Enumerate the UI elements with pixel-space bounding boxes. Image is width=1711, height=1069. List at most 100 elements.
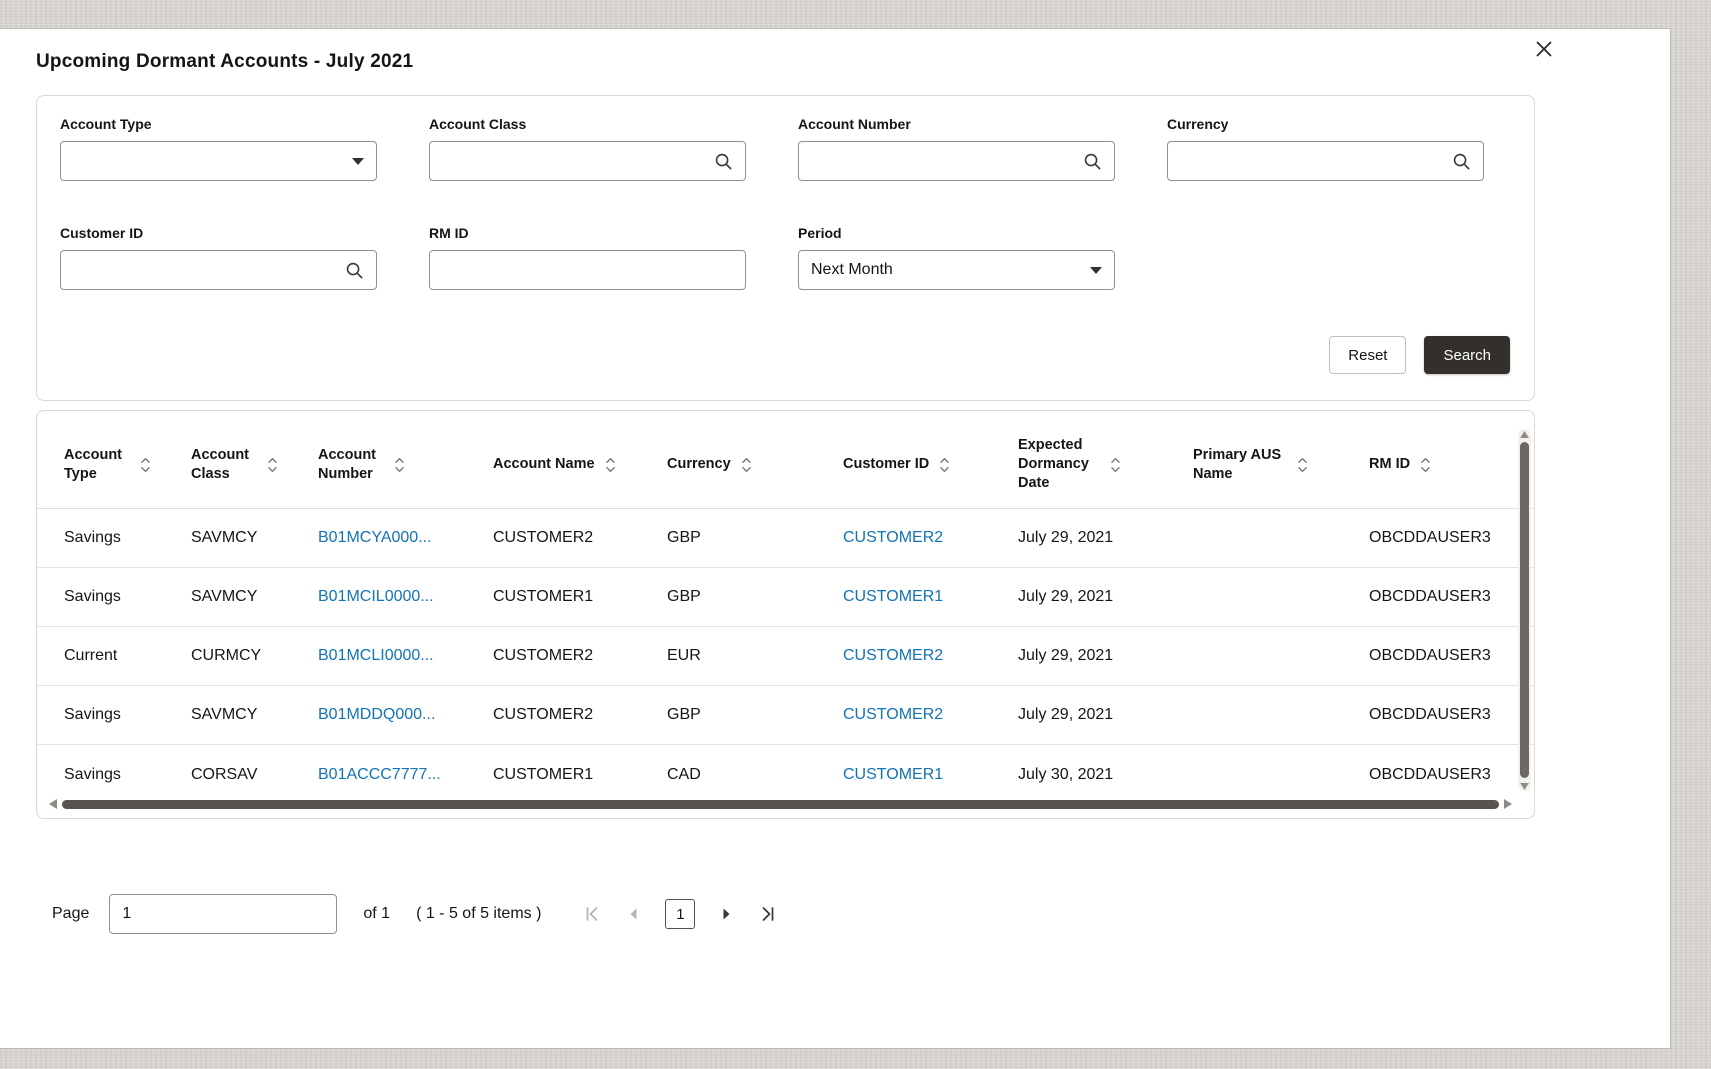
search-icon[interactable] [1083, 152, 1102, 171]
account-number-input-wrap[interactable] [798, 141, 1115, 181]
filter-label: Period [798, 225, 842, 241]
customer-id-link[interactable]: CUSTOMER1 [843, 766, 943, 783]
filter-panel: Account Type Account Class Account Number C… [36, 95, 1535, 401]
previous-page-button[interactable] [623, 903, 645, 925]
column-header-account-number: Account Number [318, 446, 493, 484]
column-header-account-name: Account Name [493, 455, 667, 474]
search-icon[interactable] [345, 261, 364, 280]
cell-expected-dormancy-date: July 29, 2021 [1018, 588, 1114, 605]
pagination-controls: 1 [581, 899, 779, 929]
column-header-account-class: Account Class [191, 446, 318, 484]
search-button[interactable]: Search [1424, 336, 1510, 374]
sort-icon[interactable] [939, 456, 950, 474]
cell-account-type: Savings [64, 588, 121, 605]
customer-id-link[interactable]: CUSTOMER2 [843, 706, 943, 723]
cell-currency: EUR [667, 647, 701, 664]
currency-input-wrap[interactable] [1167, 141, 1484, 181]
account-number-input[interactable] [811, 152, 1083, 170]
column-header-primary-aus-name: Primary AUS Name [1193, 446, 1369, 484]
reset-button[interactable]: Reset [1329, 336, 1407, 374]
vertical-scrollbar[interactable] [1518, 429, 1531, 791]
customer-id-link[interactable]: CUSTOMER2 [843, 647, 943, 664]
cell-currency: GBP [667, 706, 701, 723]
sort-icon[interactable] [605, 456, 616, 474]
account-number-link[interactable]: B01ACCC7777... [318, 766, 441, 783]
caret-down-icon[interactable] [346, 157, 364, 165]
period-select[interactable]: Next Month [798, 250, 1115, 290]
search-icon[interactable] [1452, 152, 1471, 171]
search-icon[interactable] [714, 152, 733, 171]
last-page-button[interactable] [757, 903, 779, 925]
table-row: Savings CORSAV B01ACCC7777... CUSTOMER1 CAD C… [37, 745, 1534, 804]
first-page-icon [587, 907, 598, 921]
cell-account-class: SAVMCY [191, 588, 258, 605]
account-type-select[interactable] [60, 141, 377, 181]
scroll-down-icon[interactable] [1520, 781, 1529, 791]
horizontal-scrollbar[interactable] [49, 798, 1512, 810]
sort-icon[interactable] [1420, 456, 1431, 474]
column-header-currency: Currency [667, 455, 843, 474]
first-page-button[interactable] [581, 903, 603, 925]
sort-icon[interactable] [741, 456, 752, 474]
page-number-input[interactable] [109, 894, 338, 934]
sort-icon[interactable] [267, 456, 278, 474]
column-label: Currency [667, 456, 731, 473]
customer-id-link[interactable]: CUSTOMER1 [843, 588, 943, 605]
table-header: Account Type Account Class Account Number A… [37, 411, 1534, 509]
table-body: Savings SAVMCY B01MCYA000... CUSTOMER2 GBP CU… [37, 509, 1534, 804]
sort-icon[interactable] [140, 456, 151, 474]
pagination-bar: Page of 1 ( 1 - 5 of 5 items ) 1 [52, 893, 779, 935]
cell-account-number: B01ACCC7777... [318, 766, 493, 784]
filter-field-account-class: Account Class [429, 116, 746, 181]
cell-account-number: B01MDDQ000... [318, 706, 493, 724]
account-number-link[interactable]: B01MCIL0000... [318, 588, 434, 605]
account-number-link[interactable]: B01MDDQ000... [318, 706, 435, 723]
account-number-link[interactable]: B01MCYA000... [318, 529, 432, 546]
items-count-label: ( 1 - 5 of 5 items ) [416, 905, 542, 922]
filter-label: Account Number [798, 116, 911, 132]
cell-rm-id: OBCDDAUSER3 [1369, 647, 1491, 664]
cell-account-type: Current [64, 647, 118, 664]
cell-account-class: SAVMCY [191, 529, 258, 546]
cell-expected-dormancy-date: July 29, 2021 [1018, 647, 1114, 664]
current-page-indicator[interactable]: 1 [665, 899, 696, 929]
next-page-button[interactable] [715, 903, 737, 925]
currency-input[interactable] [1180, 152, 1452, 170]
close-button[interactable] [1527, 32, 1561, 66]
horizontal-scrollbar-thumb[interactable] [62, 799, 1499, 809]
scroll-right-icon[interactable] [1504, 799, 1512, 809]
account-class-input-wrap[interactable] [429, 141, 746, 181]
sort-icon[interactable] [394, 456, 405, 474]
cell-account-name: CUSTOMER1 [493, 588, 594, 605]
cell-account-class: CORSAV [191, 765, 258, 783]
scroll-left-icon[interactable] [49, 799, 57, 809]
column-label: RM ID [1369, 456, 1411, 473]
filter-label: RM ID [429, 225, 469, 241]
account-class-input[interactable] [442, 152, 714, 170]
caret-down-icon[interactable] [1084, 266, 1102, 274]
cell-currency: GBP [667, 529, 701, 546]
column-header-expected-dormancy-date: Expected Dormancy Date [1018, 436, 1193, 493]
sort-icon[interactable] [1110, 456, 1121, 474]
cell-currency: GBP [667, 588, 701, 605]
cell-expected-dormancy-date: July 29, 2021 [1018, 706, 1114, 723]
select-value: Next Month [811, 261, 893, 278]
rm-id-input[interactable] [442, 261, 733, 279]
cell-expected-dormancy-date: July 29, 2021 [1018, 529, 1114, 546]
sort-icon[interactable] [1297, 456, 1308, 474]
customer-id-link[interactable]: CUSTOMER2 [843, 529, 943, 546]
last-page-icon [763, 907, 774, 921]
rm-id-input-wrap[interactable] [429, 250, 746, 290]
customer-id-input[interactable] [73, 261, 345, 279]
scroll-up-icon[interactable] [1520, 429, 1529, 439]
filter-field-account-type: Account Type [60, 116, 377, 181]
filter-field-currency: Currency [1167, 116, 1484, 181]
cell-expected-dormancy-date: July 30, 2021 [1018, 765, 1114, 783]
filter-field-account-number: Account Number [798, 116, 1115, 181]
account-number-link[interactable]: B01MCLI0000... [318, 647, 434, 664]
customer-id-input-wrap[interactable] [60, 250, 377, 290]
page-label: Page [52, 905, 90, 922]
vertical-scrollbar-thumb[interactable] [1520, 442, 1529, 778]
dormant-accounts-modal: Upcoming Dormant Accounts - July 2021 Ac… [0, 28, 1671, 1049]
filter-label: Customer ID [60, 225, 144, 241]
